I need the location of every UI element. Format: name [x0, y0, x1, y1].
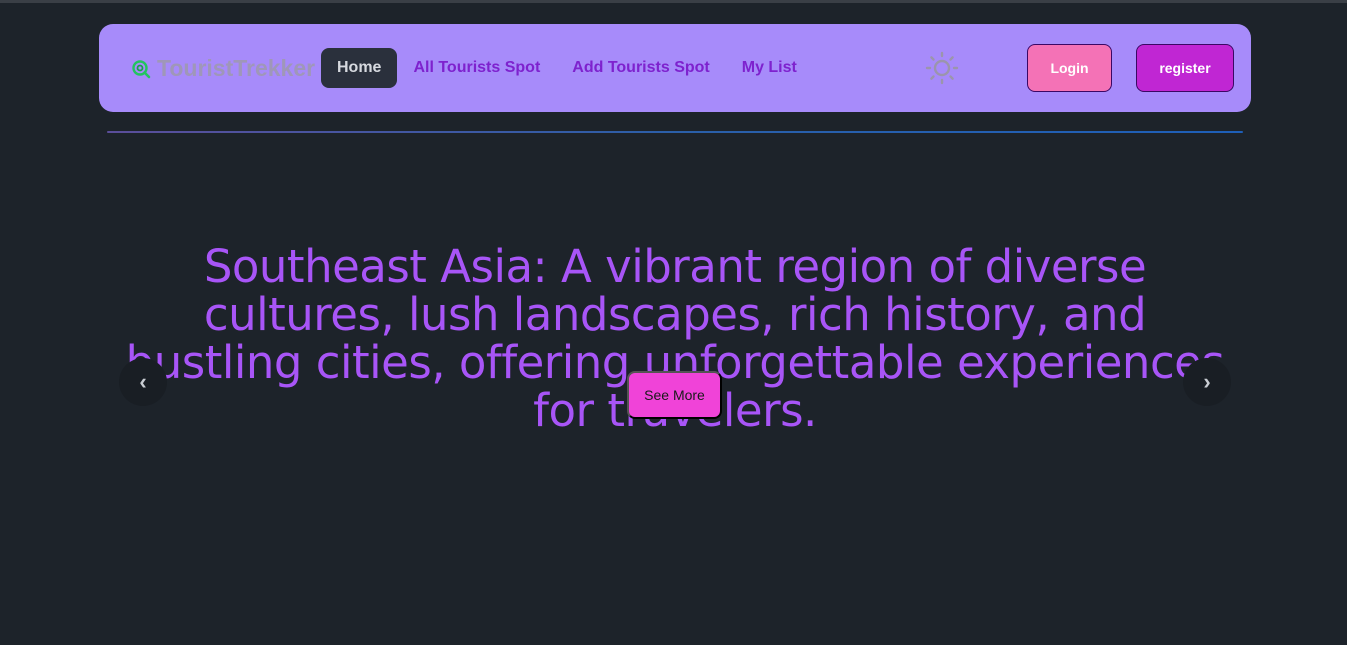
- nav-add-tourists-spot-link[interactable]: Add Tourists Spot: [556, 48, 725, 88]
- main-nav: Home All Tourists Spot Add Tourists Spot…: [321, 48, 813, 88]
- navbar: TouristTrekker Home All Tourists Spot Ad…: [99, 24, 1251, 112]
- chevron-left-icon: ‹: [139, 369, 147, 394]
- see-more-button[interactable]: See More: [627, 371, 722, 419]
- hero-divider: [107, 131, 1243, 133]
- carousel-prev-button[interactable]: ‹: [119, 358, 167, 406]
- nav-my-list-link[interactable]: My List: [726, 48, 813, 88]
- browser-top-border: [0, 0, 1347, 3]
- brand-name: TouristTrekker: [157, 55, 316, 81]
- nav-all-tourists-spot-link[interactable]: All Tourists Spot: [397, 48, 556, 88]
- theme-toggle[interactable]: [925, 51, 959, 85]
- sun-icon: [925, 51, 959, 85]
- login-button[interactable]: Login: [1027, 44, 1112, 92]
- chevron-right-icon: ›: [1203, 369, 1211, 394]
- register-button[interactable]: register: [1136, 44, 1234, 92]
- nav-home-link[interactable]: Home: [321, 48, 398, 88]
- carousel-next-button[interactable]: ›: [1183, 358, 1231, 406]
- globe-search-icon: [132, 59, 151, 78]
- brand[interactable]: TouristTrekker: [131, 55, 315, 82]
